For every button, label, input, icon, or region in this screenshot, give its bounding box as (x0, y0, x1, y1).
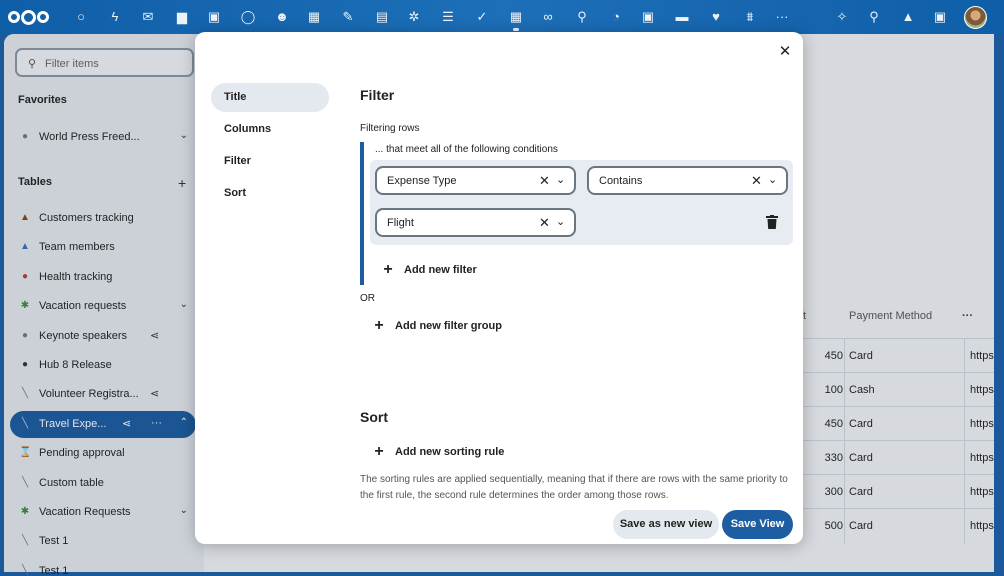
delete-filter-icon[interactable] (764, 215, 780, 233)
clear-icon[interactable]: ✕ (751, 173, 762, 189)
edit-view-dialog: ✕ Title Columns Filter Sort Filter Filte… (195, 32, 803, 544)
tasks-icon[interactable]: ✲ (406, 9, 422, 25)
nav-label: Filter (224, 155, 251, 167)
value-select-value: Flight (387, 217, 414, 229)
deck-icon[interactable]: ▤ (374, 9, 390, 25)
nextcloud-logo-icon[interactable] (8, 8, 50, 26)
plus-icon: + (374, 317, 384, 334)
sort-heading: Sort (360, 409, 388, 425)
modal-nav-filter[interactable]: Filter (211, 147, 329, 176)
check-icon[interactable]: ✓ (474, 9, 490, 25)
plus-icon: + (383, 261, 393, 278)
add-new-filter-group-button[interactable]: + Add new filter group (372, 317, 502, 334)
or-label: OR (360, 293, 375, 304)
value-select[interactable]: Flight ✕ ⌄ (375, 208, 576, 237)
chevron-down-icon[interactable]: ⌄ (768, 173, 777, 186)
filtering-rows-label: Filtering rows (360, 123, 420, 134)
nav-label: Title (224, 91, 247, 103)
analytics-icon[interactable]: ⩩ (742, 9, 758, 25)
calendar-icon[interactable]: ▦ (306, 9, 322, 25)
contacts-menu-icon[interactable]: ▣ (932, 9, 948, 25)
tables-icon[interactable]: ▦ (508, 9, 524, 31)
briefcase-icon[interactable]: ▬ (674, 9, 690, 25)
notifications-icon[interactable]: ▲ (900, 9, 916, 25)
top-bar: ○ ϟ ✉ ▆ ▣ ◯ ☻ ▦ ✎ ▤ ✲ ☰ ✓ ▦ ∞ ⚲ ◔ ▣ ▬ ♥ ⩩ ··· ✧ ⚲ ▲ ▣ (0, 0, 1004, 34)
save-as-new-view-button[interactable]: Save as new view (613, 510, 719, 539)
add-new-filter-button[interactable]: + Add new filter (381, 261, 477, 278)
nav-label: Columns (224, 123, 272, 135)
avatar[interactable] (964, 6, 987, 29)
transport-icon[interactable]: ▣ (640, 9, 656, 25)
sort-description: The sorting rules are applied sequential… (360, 474, 788, 501)
save-view-button[interactable]: Save View (722, 510, 793, 539)
modal-nav-title[interactable]: Title (211, 83, 329, 112)
mail-icon[interactable]: ✉ (140, 9, 156, 25)
more-apps-icon[interactable]: ··· (774, 9, 790, 25)
link-icon[interactable]: ∞ (540, 9, 556, 25)
filter-group-indicator (360, 142, 364, 285)
add-new-filter-group-label: Add new filter group (395, 320, 502, 332)
list-icon[interactable]: ☰ (440, 9, 456, 25)
operator-select[interactable]: Contains ✕ ⌄ (587, 166, 788, 195)
add-new-filter-label: Add new filter (404, 264, 477, 276)
talk-icon[interactable]: ◯ (240, 9, 256, 25)
chevron-down-icon[interactable]: ⌄ (556, 215, 565, 228)
dashboard-icon[interactable]: ○ (73, 9, 89, 25)
conditions-label: ... that meet all of the following condi… (375, 144, 558, 155)
activity-icon[interactable]: ϟ (107, 9, 123, 25)
column-select[interactable]: Expense Type ✕ ⌄ (375, 166, 576, 195)
search-icon[interactable]: ⚲ (866, 9, 882, 25)
modal-nav-columns[interactable]: Columns (211, 115, 329, 144)
add-new-sorting-rule-label: Add new sorting rule (395, 446, 505, 458)
operator-select-value: Contains (599, 175, 643, 187)
health-icon[interactable]: ♥ (708, 9, 724, 25)
chevron-down-icon[interactable]: ⌄ (556, 173, 565, 186)
nav-label: Sort (224, 187, 246, 199)
clear-icon[interactable]: ✕ (539, 215, 550, 231)
clear-icon[interactable]: ✕ (539, 173, 550, 189)
files-icon[interactable]: ▆ (174, 9, 190, 25)
maps-icon[interactable]: ⚲ (574, 9, 590, 25)
close-icon[interactable]: ✕ (774, 41, 796, 63)
notes-icon[interactable]: ✎ (340, 9, 356, 25)
modal-nav-sort[interactable]: Sort (211, 179, 329, 208)
add-new-sorting-rule-button[interactable]: + Add new sorting rule (372, 443, 505, 460)
contacts-icon[interactable]: ☻ (274, 9, 290, 25)
photos-icon[interactable]: ▣ (206, 9, 222, 25)
plus-icon: + (374, 443, 384, 460)
filter-heading: Filter (360, 87, 395, 103)
column-select-value: Expense Type (387, 175, 457, 187)
dashboard-gauge-icon[interactable]: ◔ (608, 9, 624, 25)
assistant-icon[interactable]: ✧ (834, 9, 850, 25)
